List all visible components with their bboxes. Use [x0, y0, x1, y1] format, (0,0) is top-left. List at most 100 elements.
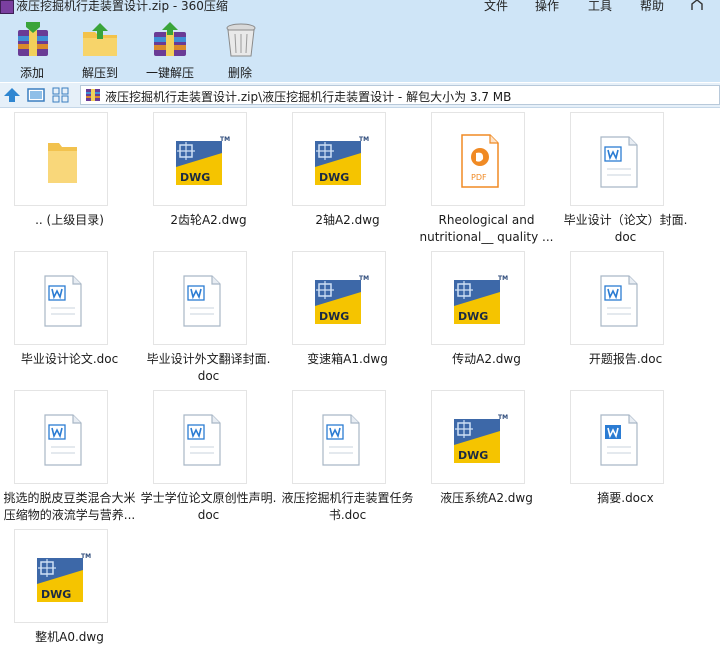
file-name-line2: 书.doc — [328, 508, 367, 522]
file-name-line1: Rheological and — [438, 213, 535, 227]
word-doc-icon — [322, 414, 360, 466]
svg-text:DWG: DWG — [458, 310, 488, 323]
dwg-file-icon: TM DWG — [315, 275, 369, 324]
file-item[interactable]: TM DWG 2齿轮A2.dwg — [139, 108, 278, 247]
address-bar: 液压挖掘机行走装置设计.zip\液压挖掘机行走装置设计 - 解包大小为 3.7 … — [0, 83, 720, 108]
dwg-file-icon: TM DWG — [176, 136, 230, 185]
file-item[interactable]: 毕业设计外文翻译封面. doc — [139, 247, 278, 386]
extract-to-button[interactable]: 解压到 — [68, 20, 132, 82]
file-name: 变速箱A1.dwg — [268, 351, 427, 368]
file-item[interactable]: PDF Rheological and nutritional__ quality… — [417, 108, 556, 247]
file-thumbnail — [14, 390, 108, 484]
path-field[interactable]: 液压挖掘机行走装置设计.zip\液压挖掘机行走装置设计 - 解包大小为 3.7 … — [80, 85, 720, 105]
word-docx-icon — [600, 414, 638, 466]
word-doc-icon — [44, 275, 82, 327]
file-name-line2: nutritional__ quality ... — [419, 230, 554, 244]
dwg-file-icon: TM DWG — [315, 136, 369, 185]
file-name: 挑选的脱皮豆类混合大米 压缩物的液流学与营养... — [0, 490, 149, 524]
svg-text:DWG: DWG — [458, 449, 488, 462]
archive-path: 液压挖掘机行走装置设计.zip\液压挖掘机行走装置设计 - 解包大小为 3.7 … — [105, 90, 512, 104]
file-item[interactable]: 毕业设计（论文）封面. doc — [556, 108, 695, 247]
file-name-line1: 整机A0.dwg — [35, 630, 104, 644]
file-item[interactable]: TM DWG 2轴A2.dwg — [278, 108, 417, 247]
menu-tools[interactable]: 工具 — [588, 0, 612, 14]
trash-can-icon — [226, 23, 256, 57]
file-name: Rheological and nutritional__ quality ... — [407, 212, 566, 246]
dwg-file-icon: TM DWG — [454, 275, 508, 324]
file-thumbnail: TM DWG — [431, 251, 525, 345]
dwg-file-icon: TM DWG — [37, 553, 91, 602]
delete-button[interactable]: 删除 — [208, 20, 272, 82]
file-name-line1: 毕业设计外文翻译封面. — [146, 352, 271, 366]
file-item[interactable]: 液压挖掘机行走装置任务 书.doc — [278, 386, 417, 525]
file-name: 毕业设计（论文）封面. doc — [546, 212, 705, 246]
one-click-extract-button[interactable]: 一键解压 — [138, 20, 202, 82]
svg-text:PDF: PDF — [471, 173, 487, 182]
one-click-extract-icon — [154, 22, 186, 56]
menu-file[interactable]: 文件 — [484, 0, 508, 14]
add-button[interactable]: 添加 — [0, 20, 64, 82]
thumbnail-view-icon[interactable] — [52, 87, 70, 103]
svg-text:DWG: DWG — [319, 310, 349, 323]
file-name-line1: 学士学位论文原创性声明. — [140, 491, 277, 505]
word-doc-icon — [44, 414, 82, 466]
file-name-line1: 2齿轮A2.dwg — [170, 213, 247, 227]
file-item[interactable]: TM DWG 整机A0.dwg — [0, 525, 139, 664]
svg-text:DWG: DWG — [41, 588, 71, 601]
file-name: 2齿轮A2.dwg — [129, 212, 288, 229]
file-name: 开题报告.doc — [546, 351, 705, 368]
file-name: 整机A0.dwg — [0, 629, 149, 646]
file-name-line2: doc — [197, 369, 220, 383]
file-name-line1: 开题报告.doc — [588, 352, 663, 366]
file-name-line2: doc — [614, 230, 637, 244]
file-name-line1: 挑选的脱皮豆类混合大米 — [3, 491, 136, 505]
file-name: 摘要.docx — [546, 490, 705, 507]
file-name: .. (上级目录) — [0, 212, 149, 229]
file-name: 液压挖掘机行走装置任务 书.doc — [268, 490, 427, 524]
file-item[interactable]: TM DWG 液压系统A2.dwg — [417, 386, 556, 525]
word-doc-icon — [183, 414, 221, 466]
file-thumbnail: TM DWG — [153, 112, 247, 206]
svg-text:TM: TM — [498, 414, 508, 421]
word-doc-icon — [183, 275, 221, 327]
file-thumbnail: TM DWG — [292, 251, 386, 345]
file-item[interactable]: TM DWG 变速箱A1.dwg — [278, 247, 417, 386]
file-name-line1: 变速箱A1.dwg — [307, 352, 388, 366]
menu-operation[interactable]: 操作 — [535, 0, 559, 14]
file-name-line1: .. (上级目录) — [35, 213, 104, 227]
one-click-extract-label: 一键解压 — [145, 66, 194, 80]
file-thumbnail — [14, 251, 108, 345]
file-name-line1: 液压挖掘机行走装置任务 — [281, 491, 414, 505]
file-item[interactable]: TM DWG 传动A2.dwg — [417, 247, 556, 386]
extract-folder-icon — [83, 23, 117, 56]
word-doc-icon — [600, 136, 638, 188]
zip-archive-icon — [86, 89, 100, 101]
svg-text:TM: TM — [359, 275, 369, 282]
file-item[interactable]: 挑选的脱皮豆类混合大米 压缩物的液流学与营养... — [0, 386, 139, 525]
file-name: 传动A2.dwg — [407, 351, 566, 368]
file-grid: .. (上级目录) TM DWG 2齿轮A2.dwg TM DWG 2轴A2.d… — [0, 108, 720, 647]
file-thumbnail — [14, 112, 108, 206]
file-item[interactable]: 毕业设计论文.doc — [0, 247, 139, 386]
file-item[interactable]: 学士学位论文原创性声明. doc — [139, 386, 278, 525]
detail-view-icon[interactable] — [27, 87, 45, 103]
svg-text:TM: TM — [359, 136, 369, 143]
svg-text:TM: TM — [81, 553, 91, 560]
pdf-file-icon: PDF — [461, 134, 499, 188]
file-thumbnail — [570, 112, 664, 206]
svg-text:DWG: DWG — [319, 171, 349, 184]
menu-help[interactable]: 帮助 — [640, 0, 664, 14]
file-thumbnail: TM DWG — [14, 529, 108, 623]
skin-icon[interactable] — [690, 0, 704, 10]
file-item[interactable]: 摘要.docx — [556, 386, 695, 525]
up-arrow-icon[interactable] — [3, 87, 21, 103]
file-item[interactable]: 开题报告.doc — [556, 247, 695, 386]
file-name-line1: 摘要.docx — [597, 491, 654, 505]
file-name-line2: doc — [197, 508, 220, 522]
delete-label: 删除 — [227, 66, 252, 80]
file-thumbnail — [570, 390, 664, 484]
extract-to-label: 解压到 — [81, 66, 118, 80]
add-label: 添加 — [19, 66, 44, 80]
file-item[interactable]: .. (上级目录) — [0, 108, 139, 247]
file-thumbnail — [570, 251, 664, 345]
